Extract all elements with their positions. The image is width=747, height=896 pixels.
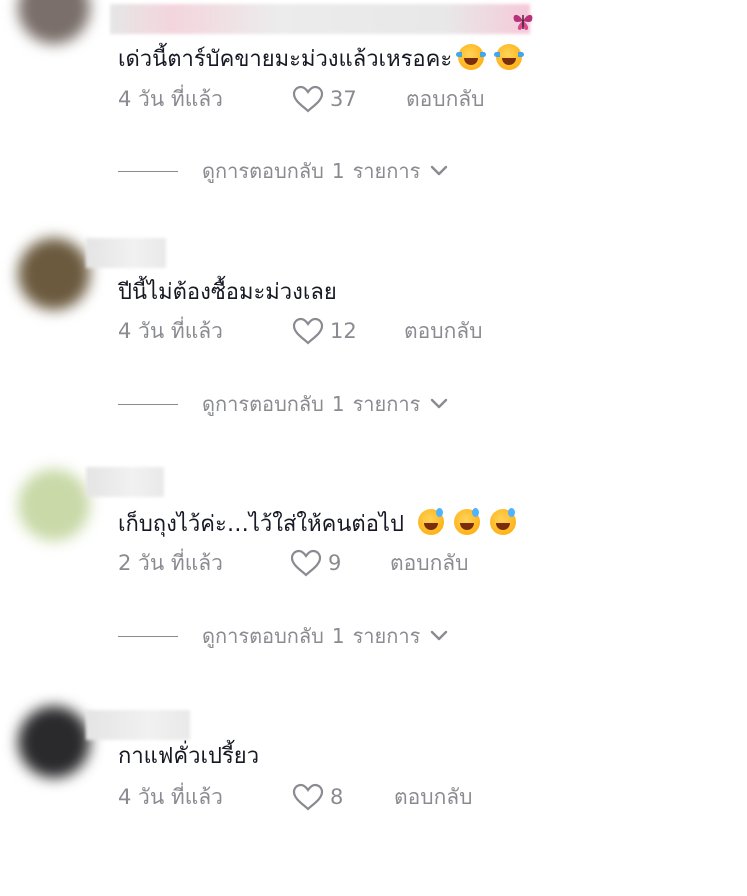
view-replies-button[interactable]: ดูการตอบกลับ 1 รายการ xyxy=(118,389,448,419)
avatar[interactable] xyxy=(18,469,90,541)
avatar[interactable] xyxy=(18,706,90,778)
comment-4: กาแฟคั่วเปรี้ยว 4 วัน ที่แล้ว 8 ตอบกลับ xyxy=(0,696,747,896)
divider xyxy=(118,635,178,637)
chevron-down-icon xyxy=(431,398,448,409)
username-blurred[interactable] xyxy=(110,4,530,34)
username-blurred[interactable] xyxy=(86,710,190,740)
heart-icon xyxy=(292,783,324,811)
avatar[interactable] xyxy=(18,238,90,310)
like-count: 9 xyxy=(328,551,342,575)
comment-text: เด่วนี้ตาร์บัคขายมะม่วงแล้วเหรอคะ xyxy=(118,44,525,75)
like-count: 12 xyxy=(330,319,357,343)
comment-text: เก็บถุงไว้ค่ะ…ไว้ใส่ให้คนต่อไป xyxy=(118,508,516,540)
timestamp: 4 วัน ที่แล้ว xyxy=(118,87,223,111)
view-replies-label: ดูการตอบกลับ xyxy=(202,159,324,183)
comment-2: ปีนี้ไม่ต้องซื้อมะม่วงเลย 4 วัน ที่แล้ว … xyxy=(0,232,747,432)
view-replies-suffix: รายการ xyxy=(352,159,421,183)
heart-icon xyxy=(292,85,324,113)
chevron-down-icon xyxy=(431,165,448,176)
butterfly-icon xyxy=(513,14,533,30)
username-blurred[interactable] xyxy=(86,238,166,268)
divider xyxy=(118,170,178,172)
like-count: 37 xyxy=(330,87,357,111)
view-replies-label: ดูการตอบกลับ xyxy=(202,624,324,648)
comment-body: เด่วนี้ตาร์บัคขายมะม่วงแล้วเหรอคะ xyxy=(118,47,453,72)
reply-button[interactable]: ตอบกลับ xyxy=(394,782,473,812)
reply-count: 1 xyxy=(331,159,345,183)
reply-button[interactable]: ตอบกลับ xyxy=(406,84,485,114)
comment-text: ปีนี้ไม่ต้องซื้อมะม่วงเลย xyxy=(118,278,337,308)
reply-button[interactable]: ตอบกลับ xyxy=(404,316,483,346)
comment-body: เก็บถุงไว้ค่ะ…ไว้ใส่ให้คนต่อไป xyxy=(118,512,404,537)
heart-icon xyxy=(292,317,324,345)
comment-text: กาแฟคั่วเปรี้ยว xyxy=(118,742,259,772)
face-with-tears-of-joy-icon xyxy=(456,44,487,70)
like-button[interactable]: 8 xyxy=(292,782,343,812)
view-replies-suffix: รายการ xyxy=(352,624,421,648)
grinning-sweat-icon xyxy=(453,508,480,535)
heart-icon xyxy=(290,549,322,577)
like-button[interactable]: 37 xyxy=(292,84,357,114)
view-replies-suffix: รายการ xyxy=(352,392,421,416)
view-replies-button[interactable]: ดูการตอบกลับ 1 รายการ xyxy=(118,156,448,186)
grinning-sweat-icon xyxy=(417,508,444,535)
divider xyxy=(118,403,178,405)
timestamp: 2 วัน ที่แล้ว xyxy=(118,551,223,575)
comment-body: ปีนี้ไม่ต้องซื้อมะม่วงเลย xyxy=(118,280,337,305)
like-button[interactable]: 12 xyxy=(292,316,357,346)
like-count: 8 xyxy=(330,785,344,809)
comment-3: เก็บถุงไว้ค่ะ…ไว้ใส่ให้คนต่อไป 2 วัน ที่… xyxy=(0,463,747,663)
face-with-tears-of-joy-icon xyxy=(494,44,525,70)
view-replies-label: ดูการตอบกลับ xyxy=(202,392,324,416)
grinning-sweat-icon xyxy=(489,508,516,535)
timestamp: 4 วัน ที่แล้ว xyxy=(118,785,223,809)
comment-1: เด่วนี้ตาร์บัคขายมะม่วงแล้วเหรอคะ 4 วัน … xyxy=(0,0,747,200)
comment-body: กาแฟคั่วเปรี้ยว xyxy=(118,744,260,769)
reply-count: 1 xyxy=(331,392,345,416)
username-blurred[interactable] xyxy=(86,467,164,497)
like-button[interactable]: 9 xyxy=(290,548,341,578)
reply-button[interactable]: ตอบกลับ xyxy=(390,548,469,578)
chevron-down-icon xyxy=(431,630,448,641)
reply-count: 1 xyxy=(331,624,345,648)
timestamp: 4 วัน ที่แล้ว xyxy=(118,319,223,343)
avatar[interactable] xyxy=(18,0,90,44)
view-replies-button[interactable]: ดูการตอบกลับ 1 รายการ xyxy=(118,621,448,651)
